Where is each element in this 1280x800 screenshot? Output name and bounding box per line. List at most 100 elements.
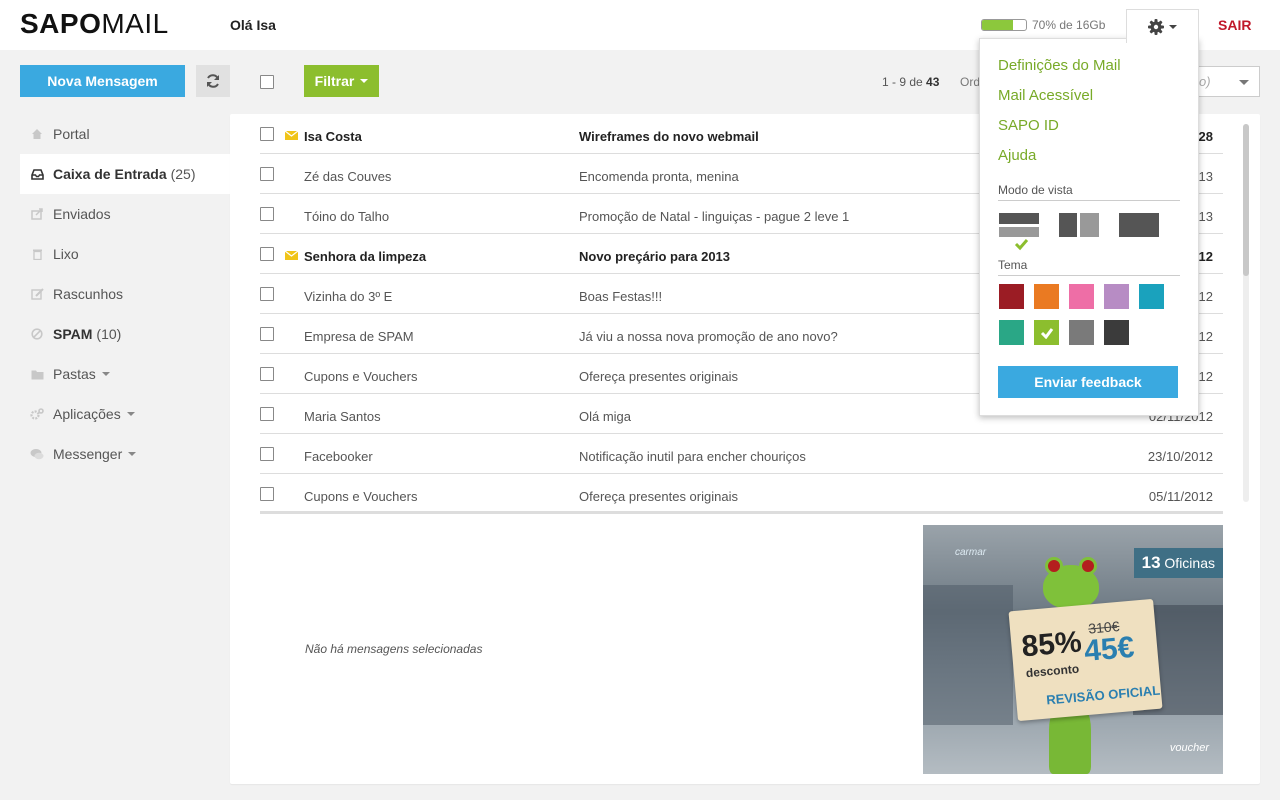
- inbox-icon: [30, 167, 44, 181]
- sidebar-item-inbox[interactable]: Caixa de Entrada (25): [20, 154, 230, 194]
- sidebar-item-messenger[interactable]: Messenger: [20, 434, 230, 474]
- mail-subject: Boas Festas!!!: [579, 289, 663, 304]
- pagination-info: 1 - 9 de 43: [882, 75, 940, 89]
- select-all-checkbox[interactable]: [260, 75, 274, 89]
- spam-count: (10): [96, 326, 122, 342]
- mail-checkbox[interactable]: [260, 207, 274, 221]
- mail-checkbox[interactable]: [260, 247, 274, 261]
- sidebar-item-label: Lixo: [53, 246, 79, 262]
- sidebar-item-drafts[interactable]: Rascunhos: [20, 274, 230, 314]
- view-mode-list-option[interactable]: [999, 213, 1039, 251]
- mail-settings-link[interactable]: Definições do Mail: [998, 57, 1121, 74]
- view-mode-full-option[interactable]: [1119, 213, 1159, 237]
- mail-subject: Ofereça presentes originais: [579, 489, 738, 504]
- mail-list-scrollbar[interactable]: [1243, 124, 1249, 502]
- sapo-id-link[interactable]: SAPO ID: [998, 117, 1059, 134]
- mail-row[interactable]: Facebooker Notificação inutil para encher…: [260, 434, 1223, 474]
- view-mode-split-option[interactable]: [1059, 213, 1099, 237]
- sidebar-item-spam[interactable]: SPAM (10): [20, 314, 230, 354]
- folder-icon: [30, 367, 44, 381]
- mail-date: 23/10/2012: [1147, 449, 1213, 464]
- draft-icon: [30, 287, 44, 301]
- filter-button[interactable]: Filtrar: [304, 65, 379, 97]
- theme-swatch[interactable]: [1034, 284, 1059, 309]
- mail-checkbox[interactable]: [260, 447, 274, 461]
- mail-checkbox[interactable]: [260, 287, 274, 301]
- ad-percent: 85%: [1020, 625, 1083, 664]
- mail-date: 12: [1198, 329, 1213, 344]
- mail-checkbox[interactable]: [260, 127, 274, 141]
- sidebar-item-apps[interactable]: Aplicações: [20, 394, 230, 434]
- scrollbar-thumb[interactable]: [1243, 124, 1249, 276]
- advertisement-banner[interactable]: carmar 13 Oficinas 85% desconto 310€ 45€…: [923, 525, 1223, 774]
- theme-swatch[interactable]: [1034, 320, 1059, 345]
- unread-envelope-icon: [285, 251, 298, 260]
- ad-discount-label: desconto: [1025, 661, 1080, 681]
- mail-date: 05/11/2012: [1148, 489, 1213, 504]
- chevron-down-icon: [1169, 24, 1177, 29]
- settings-dropdown: Definições do Mail Mail Acessível SAPO I…: [979, 38, 1199, 416]
- trash-icon: [30, 247, 44, 261]
- theme-swatch[interactable]: [1104, 320, 1129, 345]
- checkmark-icon: [1040, 327, 1053, 339]
- ad-voucher-logo: voucher: [1169, 742, 1209, 754]
- chevron-down-icon: [360, 79, 369, 83]
- folder-sidebar: Portal Caixa de Entrada (25) Enviados Li…: [20, 114, 230, 474]
- home-icon: [30, 127, 44, 141]
- sapo-mail-logo[interactable]: SAPOMAIL: [20, 8, 169, 40]
- ad-badge: 13 Oficinas: [1133, 548, 1223, 578]
- refresh-icon: [207, 74, 219, 88]
- ad-voucher-card: 85% desconto 310€ 45€ REVISÃO OFICIAL: [1008, 598, 1163, 722]
- sidebar-item-label: Rascunhos: [53, 286, 124, 302]
- mail-date: 12: [1198, 369, 1213, 384]
- theme-swatch[interactable]: [999, 320, 1024, 345]
- ad-new-price: 45€: [1082, 630, 1136, 669]
- theme-swatch[interactable]: [1069, 284, 1094, 309]
- sidebar-item-portal[interactable]: Portal: [20, 114, 230, 154]
- theme-swatch[interactable]: [1069, 320, 1094, 345]
- logout-link[interactable]: SAIR: [1218, 17, 1251, 33]
- spam-icon: [30, 327, 44, 341]
- frog-eye: [1045, 557, 1063, 575]
- mail-checkbox[interactable]: [260, 487, 274, 501]
- mail-subject: Encomenda pronta, menina: [579, 169, 739, 184]
- send-feedback-button[interactable]: Enviar feedback: [998, 366, 1178, 398]
- frog-mascot-image: [1043, 557, 1099, 609]
- view-mode-heading: Modo de vista: [998, 183, 1180, 201]
- chevron-down-icon: [128, 452, 137, 456]
- mail-checkbox[interactable]: [260, 367, 274, 381]
- sidebar-item-sent[interactable]: Enviados: [20, 194, 230, 234]
- filter-label: Filtrar: [314, 73, 355, 89]
- unread-count: (25): [170, 166, 196, 182]
- mail-date: 13: [1198, 209, 1213, 224]
- quota-text: 70% de 16Gb: [1032, 18, 1106, 32]
- apps-icon: [30, 407, 44, 421]
- mail-subject: Novo preçário para 2013: [579, 249, 731, 264]
- mail-checkbox[interactable]: [260, 167, 274, 181]
- accessible-mail-link[interactable]: Mail Acessível: [998, 87, 1093, 104]
- help-link[interactable]: Ajuda: [998, 147, 1036, 164]
- ad-service: REVISÃO OFICIAL: [1045, 682, 1161, 708]
- mail-sender: Empresa de SPAM: [304, 329, 414, 344]
- chevron-down-icon: [1239, 80, 1249, 85]
- theme-swatch[interactable]: [1139, 284, 1164, 309]
- ad-brand: carmar: [955, 547, 987, 558]
- new-message-button[interactable]: Nova Mensagem: [20, 65, 185, 97]
- theme-swatch[interactable]: [999, 284, 1024, 309]
- mail-row[interactable]: Cupons e Vouchers Ofereça presentes origi…: [260, 474, 1223, 514]
- split-view-icon: [1059, 213, 1099, 237]
- sidebar-item-label: Pastas: [53, 366, 96, 382]
- mail-checkbox[interactable]: [260, 407, 274, 421]
- mail-checkbox[interactable]: [260, 327, 274, 341]
- settings-button[interactable]: [1126, 9, 1199, 43]
- mail-sender: Zé das Couves: [304, 169, 392, 184]
- theme-swatch[interactable]: [1104, 284, 1129, 309]
- gear-icon: [1148, 18, 1164, 35]
- mail-subject: Wireframes do novo webmail: [579, 129, 759, 144]
- sidebar-item-folders[interactable]: Pastas: [20, 354, 230, 394]
- no-selection-message: Não há mensagens selecionadas: [305, 642, 483, 656]
- chevron-down-icon: [101, 372, 110, 376]
- refresh-button[interactable]: [196, 65, 230, 97]
- mail-date: 28: [1198, 129, 1213, 144]
- sidebar-item-trash[interactable]: Lixo: [20, 234, 230, 274]
